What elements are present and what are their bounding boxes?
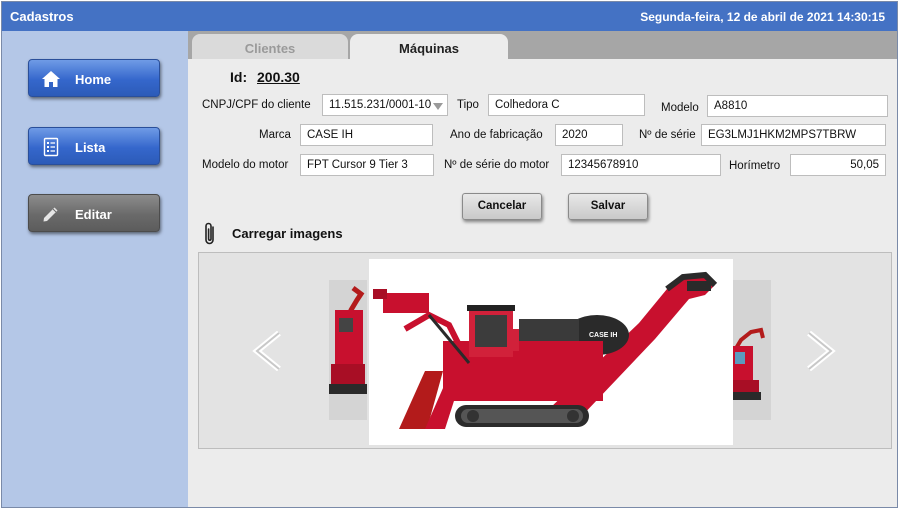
marca-field[interactable]: CASE IH [300, 124, 433, 146]
save-button[interactable]: Salvar [568, 193, 648, 220]
dropdown-arrow-icon[interactable] [433, 103, 443, 110]
motor-field[interactable]: FPT Cursor 9 Tier 3 [300, 154, 434, 176]
list-label: Lista [75, 140, 106, 155]
tipo-field[interactable]: Colhedora C [488, 94, 645, 116]
list-icon [41, 137, 61, 157]
serie-label: Nº de série [639, 129, 696, 141]
tab-maquinas[interactable]: Máquinas [350, 34, 508, 60]
previous-thumbnail[interactable] [329, 280, 367, 420]
marca-label: Marca [259, 129, 291, 141]
modelo-label: Modelo [661, 102, 699, 114]
serie-field[interactable]: EG3LMJ1HKM2MPS7TBRW [701, 124, 886, 146]
motor-label: Modelo do motor [202, 159, 289, 171]
machine-image: CASE IH [369, 259, 733, 445]
title-bar: Cadastros Segunda-feira, 12 de abril de … [2, 2, 897, 31]
home-button[interactable]: Home [28, 59, 160, 97]
brand-logo-text: CASE IH [589, 332, 617, 339]
serie-motor-field[interactable]: 12345678910 [561, 154, 721, 176]
home-icon [41, 69, 61, 89]
id-label: Id: [230, 69, 248, 85]
horimetro-field[interactable]: 50,05 [790, 154, 886, 176]
sidebar: Home Lista Editar [2, 31, 188, 507]
list-button[interactable]: Lista [28, 127, 160, 165]
tipo-label: Tipo [457, 99, 479, 111]
app-title: Cadastros [10, 9, 74, 24]
horimetro-label: Horímetro [729, 160, 781, 172]
tab-clientes[interactable]: Clientes [192, 34, 348, 60]
record-id: Id: 200.30 [230, 69, 300, 85]
datetime-display: Segunda-feira, 12 de abril de 2021 14:30… [640, 10, 885, 24]
tab-bar: Clientes Máquinas [188, 31, 897, 60]
cnpj-value: 11.515.231/0001-10 [329, 99, 432, 111]
upload-images-label: Carregar imagens [232, 226, 343, 241]
edit-button[interactable]: Editar [28, 194, 160, 232]
serie-motor-label: Nº de série do motor [444, 159, 550, 171]
next-thumbnail[interactable] [733, 280, 771, 420]
paperclip-icon [202, 221, 218, 247]
edit-label: Editar [75, 207, 112, 222]
id-value: 200.30 [257, 69, 300, 85]
ano-field[interactable]: 2020 [555, 124, 623, 146]
pencil-icon [41, 204, 61, 224]
cancel-button[interactable]: Cancelar [462, 193, 542, 220]
ano-label: Ano de fabricação [450, 129, 543, 141]
app-window: Cadastros Segunda-feira, 12 de abril de … [1, 1, 898, 508]
home-label: Home [75, 72, 112, 87]
image-gallery: CASE IH [198, 252, 892, 449]
modelo-field[interactable]: A8810 [707, 95, 888, 117]
cnpj-label: CNPJ/CPF do cliente [202, 99, 311, 111]
chevron-left-icon[interactable] [249, 330, 289, 372]
cnpj-select[interactable]: 11.515.231/0001-10 [322, 94, 448, 116]
chevron-right-icon[interactable] [799, 330, 839, 372]
machine-form: Id: 200.30 CNPJ/CPF do cliente 11.515.23… [188, 59, 897, 507]
